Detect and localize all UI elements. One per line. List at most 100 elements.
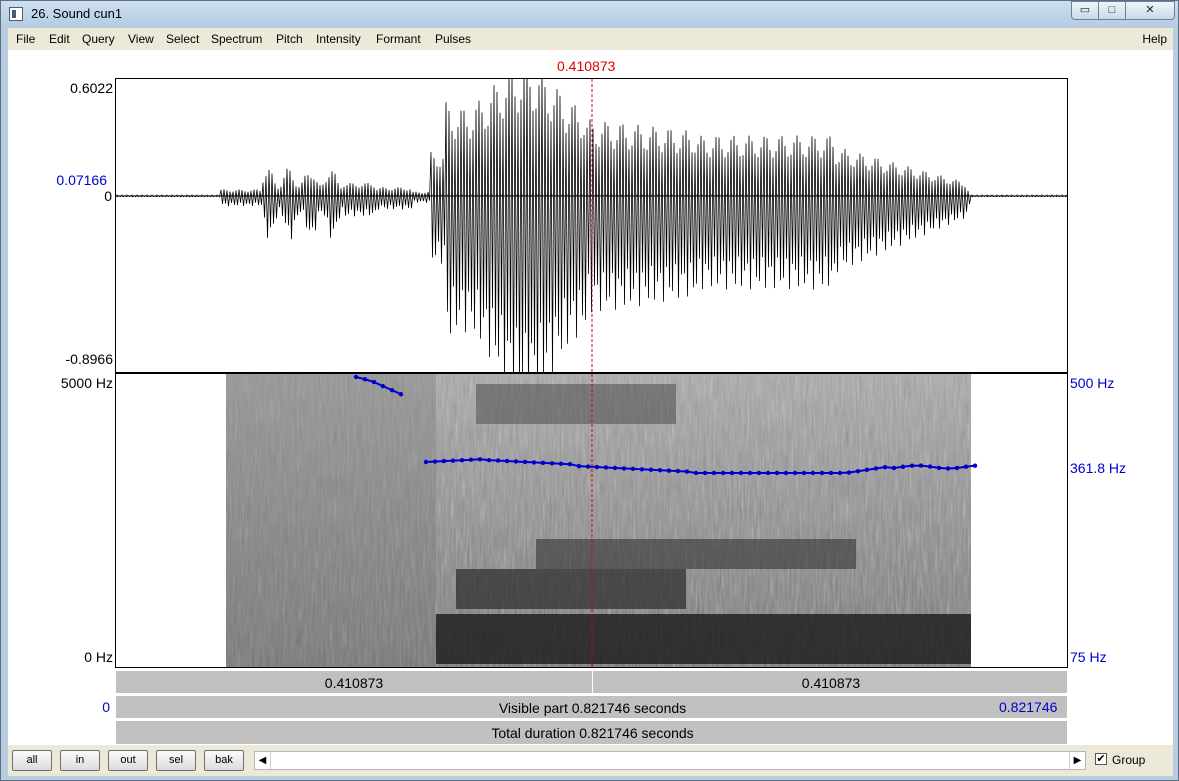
pitch-point — [927, 464, 933, 469]
pitch-point — [747, 470, 753, 476]
pitch-point — [900, 464, 906, 469]
waveform-min-label: -0.8966 — [65, 351, 113, 367]
visible-part-text[interactable]: Visible part 0.821746 seconds — [116, 696, 1069, 718]
total-duration-row[interactable]: Total duration 0.821746 seconds — [115, 720, 1068, 745]
bottom-toolbar: all in out sel bak ◀ ▶ ✔ Group — [8, 745, 1173, 776]
formant-band-1 — [436, 614, 971, 664]
pitch-point — [684, 469, 690, 474]
pitch-point — [792, 470, 798, 476]
pitch-point — [675, 468, 681, 474]
pitch-point — [828, 470, 834, 476]
minimize-button[interactable]: ▭ — [1071, 1, 1099, 20]
zoom-back-button[interactable]: bak — [204, 750, 244, 771]
zoom-in-button[interactable]: in — [60, 750, 100, 771]
pitch-point — [945, 466, 951, 471]
group-checkbox[interactable]: ✔ — [1095, 753, 1107, 765]
editor-area[interactable]: 0.410873 0.6022 0.07166 0 -0.8966 5000 H… — [8, 50, 1173, 745]
pitch-point — [765, 470, 771, 476]
title-bar[interactable]: 26. Sound cun1 ▭ □ ✕ — [1, 1, 1178, 27]
maximize-button[interactable]: □ — [1098, 1, 1126, 20]
pitch-point — [603, 465, 609, 470]
visible-start-label: 0 — [102, 699, 110, 715]
time-left-of-cursor[interactable]: 0.410873 — [116, 671, 592, 693]
pitch-point — [621, 466, 627, 471]
pitch-point — [810, 470, 816, 476]
pitch-point — [585, 464, 591, 469]
pitch-point — [648, 467, 654, 472]
pitch-point — [864, 467, 870, 473]
pitch-point — [495, 458, 501, 463]
pitch-point — [954, 465, 960, 471]
visible-end-label: 0.821746 — [999, 699, 1058, 715]
pitch-point — [972, 463, 978, 468]
pitch-point — [756, 470, 762, 476]
waveform-cursor-value: 0.07166 — [56, 172, 107, 188]
menu-view[interactable]: View — [128, 32, 154, 46]
pitch-point — [819, 470, 825, 476]
menu-bar: File Edit Query View Select Spectrum Pit… — [8, 28, 1173, 50]
pitch-point — [549, 461, 555, 466]
spectrogram-svg — [226, 374, 978, 667]
visible-part-row[interactable]: 0 Visible part 0.821746 seconds 0.821746 — [102, 695, 1069, 719]
client-area: File Edit Query View Select Spectrum Pit… — [8, 28, 1173, 776]
scroll-right-icon[interactable]: ▶ — [1069, 752, 1085, 769]
pitch-point — [594, 464, 600, 470]
waveform-svg — [116, 79, 1067, 372]
pitch-point — [909, 463, 915, 468]
menu-pitch[interactable]: Pitch — [276, 32, 303, 46]
pitch-point — [576, 463, 582, 469]
pitch-point — [540, 460, 546, 466]
zoom-all-button[interactable]: all — [12, 750, 52, 771]
pitch-point — [567, 462, 573, 467]
pitch-point — [729, 470, 735, 476]
close-button[interactable]: ✕ — [1125, 1, 1175, 20]
pitch-point — [558, 461, 564, 466]
pitch-point — [398, 392, 404, 397]
pitch-point — [891, 465, 897, 471]
waveform-panel[interactable] — [115, 78, 1068, 373]
menu-pulses[interactable]: Pulses — [435, 32, 471, 46]
pitch-point — [522, 459, 528, 465]
pitch-point — [362, 377, 368, 382]
pitch-point — [738, 470, 744, 476]
scroll-left-icon[interactable]: ◀ — [255, 752, 271, 769]
time-scrollbar[interactable]: ◀ ▶ — [254, 751, 1086, 770]
pitch-point — [774, 470, 780, 476]
menu-formant[interactable]: Formant — [376, 32, 421, 46]
time-right-of-cursor[interactable]: 0.410873 — [593, 671, 1069, 693]
pitch-point — [432, 459, 438, 464]
pitch-point — [353, 374, 359, 380]
zoom-out-button[interactable]: out — [108, 750, 148, 771]
menu-select[interactable]: Select — [166, 32, 199, 46]
pitch-point — [423, 459, 429, 465]
spectrogram-panel[interactable] — [115, 373, 1068, 668]
menu-query[interactable]: Query — [82, 32, 115, 46]
formant-band-3 — [536, 539, 856, 569]
pitch-point — [486, 457, 492, 463]
pitch-point — [801, 470, 807, 476]
menu-spectrum[interactable]: Spectrum — [211, 32, 262, 46]
sound-editor-window: 26. Sound cun1 ▭ □ ✕ File Edit Query Vie… — [0, 0, 1179, 781]
pitch-point — [371, 379, 377, 385]
pitch-point — [612, 465, 618, 471]
pitch-point — [504, 458, 510, 464]
menu-intensity[interactable]: Intensity — [316, 32, 361, 46]
menu-help[interactable]: Help — [1142, 32, 1167, 46]
zoom-sel-button[interactable]: sel — [156, 750, 196, 771]
pitch-point — [389, 388, 395, 393]
total-duration-text[interactable]: Total duration 0.821746 seconds — [116, 721, 1069, 744]
spectrogram-bottom-freq: 0 Hz — [84, 649, 113, 665]
waveform-max-label: 0.6022 — [70, 80, 113, 96]
pitch-point — [711, 470, 717, 476]
pitch-point — [936, 465, 942, 471]
cursor-time-row[interactable]: 0.410873 0.410873 — [115, 670, 1068, 694]
pitch-point — [963, 464, 969, 469]
pitch-point — [657, 468, 663, 473]
pitch-point — [666, 468, 672, 473]
menu-edit[interactable]: Edit — [49, 32, 70, 46]
pitch-point — [873, 466, 879, 471]
pitch-point — [639, 467, 645, 472]
menu-file[interactable]: File — [16, 32, 35, 46]
pitch-current-label: 361.8 Hz — [1070, 460, 1127, 476]
formant-band-2 — [456, 569, 686, 609]
